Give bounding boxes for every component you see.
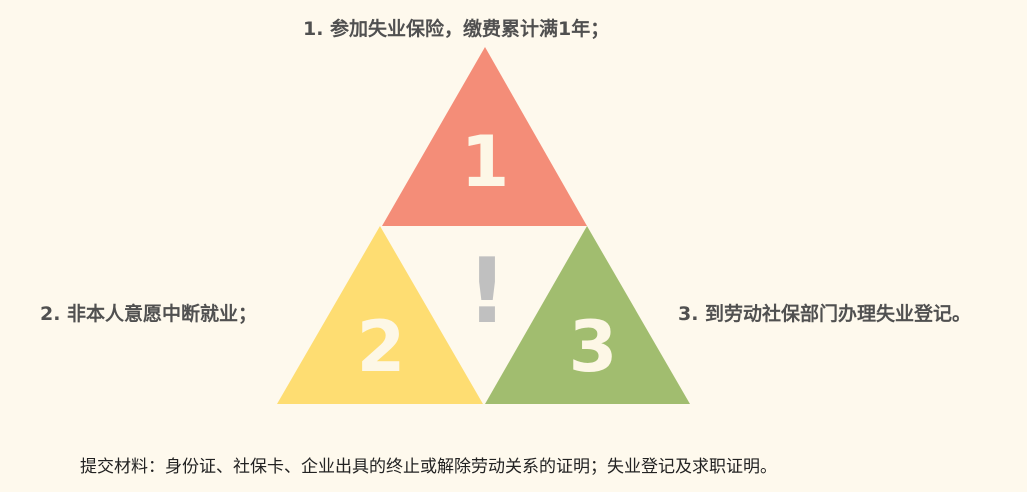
exclamation-icon: ! xyxy=(466,239,507,344)
triangle-2-number: 2 xyxy=(357,306,406,388)
footer-materials-note: 提交材料：身份证、社保卡、企业出具的终止或解除劳动关系的证明；失业登记及求职证明… xyxy=(80,457,777,477)
conditions-triangle-diagram: 1 2 3 ! xyxy=(277,47,690,404)
triangle-1-number: 1 xyxy=(461,121,510,203)
triangle-3-number: 3 xyxy=(569,306,618,388)
